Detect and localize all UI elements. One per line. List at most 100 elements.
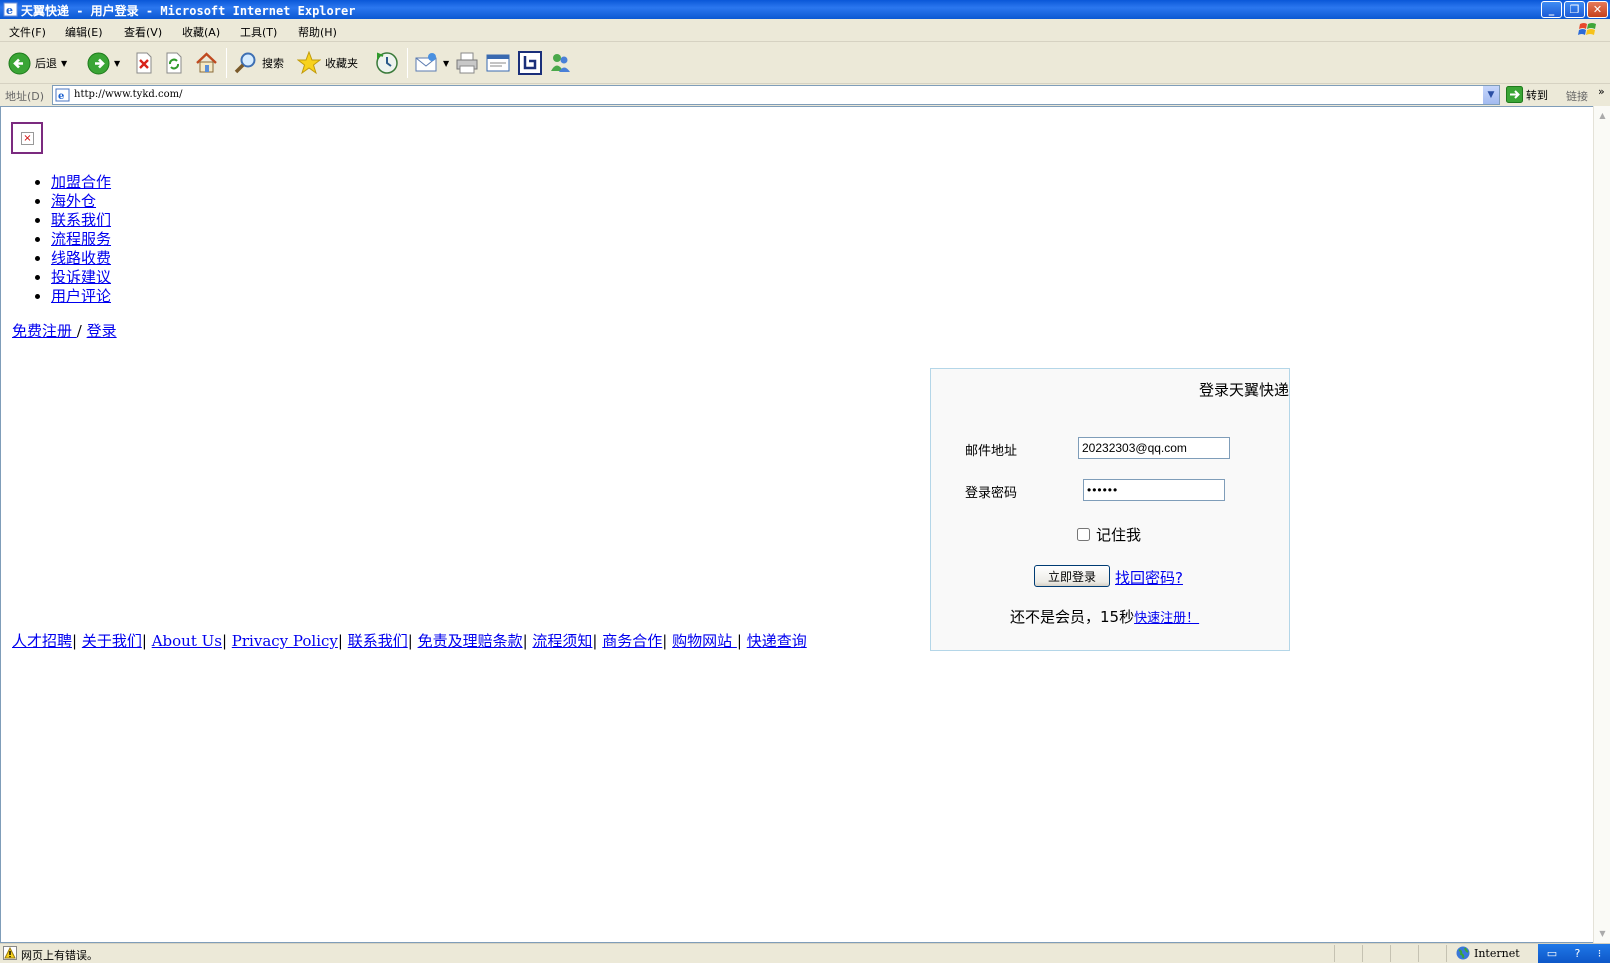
mail-icon (415, 53, 437, 72)
favorites-label: 收藏夹 (325, 57, 358, 70)
messenger-icon (551, 54, 570, 72)
status-message: 网页上有错误。 (21, 949, 98, 962)
password-field[interactable] (1083, 479, 1225, 501)
footer-link-tracking[interactable]: 快递查询 (747, 632, 807, 650)
site-nav: 加盟合作 海外仓 联系我们 流程服务 线路收费 投诉建议 用户评论 (51, 173, 111, 306)
status-divider (1446, 945, 1447, 962)
stop-button[interactable] (134, 50, 154, 76)
toolbar: 后退 ▼ ▼ 搜索 收藏夹 ▼ (0, 42, 1610, 84)
nav-link-process[interactable]: 流程服务 (51, 230, 111, 248)
warning-icon[interactable] (3, 946, 17, 960)
links-label[interactable]: 链接 (1566, 88, 1588, 104)
footer-link-disclaimer[interactable]: 免责及理赔条款 (418, 632, 523, 650)
menu-view[interactable]: 查看(V) (124, 24, 162, 40)
go-arrow-icon (1506, 86, 1523, 103)
address-bar: 地址(D) e http://www.tykd.com/ ▼ 转到 链接 » (0, 84, 1610, 106)
login-link[interactable]: 登录 (87, 322, 117, 340)
login-title: 登录天翼快递 (1198, 381, 1289, 399)
footer-link-about-us[interactable]: About Us (152, 632, 222, 650)
menu-file[interactable]: 文件(F) (9, 24, 46, 40)
remember-label: 记住我 (1096, 526, 1142, 544)
print-button[interactable] (455, 50, 479, 76)
tray-chevron-icon[interactable]: ⁝ (1598, 947, 1602, 960)
footer-link-about-cn[interactable]: 关于我们 (82, 632, 142, 650)
broken-image-icon[interactable]: × (11, 122, 43, 154)
vertical-scrollbar[interactable]: ▲ ▼ (1593, 106, 1610, 943)
nav-link-join[interactable]: 加盟合作 (51, 173, 111, 191)
nav-link-complaints[interactable]: 投诉建议 (51, 268, 111, 286)
close-button[interactable]: ✕ (1587, 1, 1608, 18)
register-prompt: 还不是会员，15秒快速注册！ (1010, 606, 1199, 627)
printer-icon (456, 52, 478, 74)
quick-register-link[interactable]: 快速注册！ (1134, 611, 1199, 626)
history-button[interactable] (375, 50, 399, 76)
restore-button[interactable]: ❐ (1564, 1, 1585, 18)
free-register-link[interactable]: 免费注册 (12, 322, 77, 340)
keyboard-icon[interactable]: ▭ (1547, 947, 1557, 960)
status-divider (1390, 945, 1391, 962)
nav-item: 投诉建议 (51, 268, 111, 287)
status-divider (1418, 945, 1419, 962)
forward-dropdown-icon[interactable]: ▼ (114, 59, 120, 68)
menu-favorites[interactable]: 收藏(A) (182, 24, 220, 40)
refresh-button[interactable] (164, 50, 184, 76)
system-tray: ▭ ? ⁝ (1538, 944, 1610, 963)
favorites-button[interactable]: 收藏夹 (297, 50, 358, 76)
menu-tools[interactable]: 工具(T) (240, 24, 277, 40)
ie-logo-icon: e (3, 2, 18, 17)
scroll-up-icon[interactable]: ▲ (1595, 108, 1610, 123)
history-icon (376, 52, 398, 74)
zone-label: Internet (1474, 946, 1520, 960)
footer-link-contact[interactable]: 联系我们 (348, 632, 408, 650)
home-icon (196, 52, 217, 73)
email-field[interactable] (1078, 437, 1230, 459)
go-button[interactable]: 转到 (1506, 86, 1548, 103)
nav-link-reviews[interactable]: 用户评论 (51, 287, 111, 305)
refresh-icon (166, 52, 182, 74)
nav-link-overseas-warehouse[interactable]: 海外仓 (51, 192, 96, 210)
link-separator: / (76, 322, 82, 340)
address-dropdown-icon[interactable]: ▼ (1482, 86, 1499, 104)
menu-help[interactable]: 帮助(H) (298, 24, 337, 40)
remember-checkbox[interactable] (1077, 528, 1090, 541)
window-title: 天翼快递 - 用户登录 - Microsoft Internet Explore… (21, 4, 356, 18)
home-button[interactable] (195, 50, 218, 76)
footer-link-privacy[interactable]: Privacy Policy (232, 632, 338, 650)
menu-bar: 文件(F) 编辑(E) 查看(V) 收藏(A) 工具(T) 帮助(H) (0, 19, 1610, 42)
footer-link-process[interactable]: 流程须知 (532, 632, 592, 650)
help-icon[interactable]: ? (1575, 947, 1581, 960)
page-content: × 加盟合作 海外仓 联系我们 流程服务 线路收费 投诉建议 用户评论 免费注册… (0, 106, 1593, 943)
minimize-button[interactable]: _ (1541, 1, 1562, 18)
menu-edit[interactable]: 编辑(E) (65, 24, 103, 40)
nav-link-rates[interactable]: 线路收费 (51, 249, 111, 267)
nav-link-contact[interactable]: 联系我们 (51, 211, 111, 229)
status-bar: 网页上有错误。 Internet ▭ ? ⁝ (0, 943, 1610, 963)
forgot-password-link[interactable]: 找回密码? (1115, 567, 1183, 588)
nav-item: 流程服务 (51, 230, 111, 249)
mail-button[interactable]: ▼ (415, 50, 449, 76)
footer-link-business[interactable]: 商务合作 (602, 632, 662, 650)
edit-button[interactable] (486, 50, 510, 76)
scroll-down-icon[interactable]: ▼ (1595, 926, 1610, 941)
nav-item: 线路收费 (51, 249, 111, 268)
back-button[interactable]: 后退 ▼ (8, 50, 67, 76)
login-submit-button[interactable]: 立即登录 (1034, 565, 1110, 587)
footer-link-shopping[interactable]: 购物网站 (672, 632, 737, 650)
search-label: 搜索 (262, 57, 284, 70)
research-icon (518, 51, 542, 75)
ie-window: e 天翼快递 - 用户登录 - Microsoft Internet Explo… (0, 0, 1610, 963)
messenger-button[interactable] (548, 50, 572, 76)
forward-button[interactable]: ▼ (87, 50, 120, 76)
search-button[interactable]: 搜索 (234, 50, 284, 76)
remember-me[interactable]: 记住我 (1077, 524, 1141, 545)
mail-dropdown-icon[interactable]: ▼ (443, 59, 449, 68)
discuss-button[interactable] (518, 50, 542, 76)
status-divider (1362, 945, 1363, 962)
address-input[interactable]: e http://www.tykd.com/ ▼ (52, 85, 1500, 105)
login-panel: 登录天翼快递 邮件地址 登录密码 记住我 立即登录 找回密码? 还不是会员，15… (930, 368, 1290, 651)
footer-link-careers[interactable]: 人才招聘 (12, 632, 72, 650)
address-url: http://www.tykd.com/ (74, 89, 183, 100)
back-dropdown-icon[interactable]: ▼ (61, 59, 67, 68)
links-chevron-icon[interactable]: » (1598, 85, 1605, 98)
nav-item: 加盟合作 (51, 173, 111, 192)
